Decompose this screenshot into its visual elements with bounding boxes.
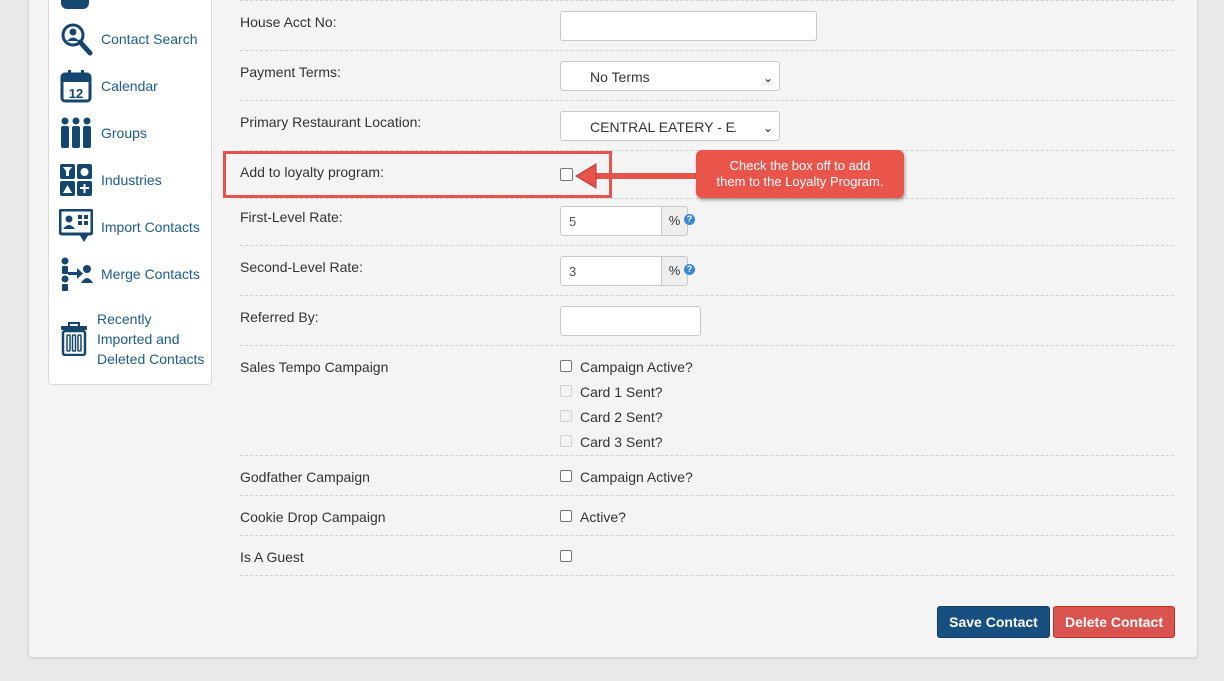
row-divider <box>240 575 1174 576</box>
sidebar-item-recently-deleted[interactable]: Recently Imported and Deleted Contacts <box>59 309 204 369</box>
sidebar-item-label: Calendar <box>101 78 158 94</box>
merge-contacts-icon <box>59 256 93 292</box>
cookie-drop-active-label: Active? <box>580 509 626 525</box>
row-divider <box>240 198 1174 199</box>
sidebar-item-groups[interactable]: Groups <box>59 115 147 151</box>
sidebar: Contact Search 12 Calendar Groups Indust… <box>48 0 212 385</box>
sidebar-item-label: Recently Imported and Deleted Contacts <box>97 311 205 367</box>
trash-icon <box>59 321 89 357</box>
card-2-sent-label: Card 2 Sent? <box>580 409 663 425</box>
second-level-rate-input[interactable] <box>560 256 662 286</box>
card-1-sent-label: Card 1 Sent? <box>580 384 663 400</box>
help-icon[interactable]: ? <box>684 264 695 275</box>
chevron-down-icon: ⌄ <box>762 71 773 85</box>
contacts-icon <box>61 0 89 9</box>
calendar-icon: 12 <box>59 68 93 104</box>
row-divider <box>240 100 1174 101</box>
cookie-drop-label: Cookie Drop Campaign <box>240 509 386 525</box>
payment-terms-select[interactable]: No Terms ⌄ <box>560 61 780 91</box>
loyalty-callout: Check the box off to add them to the Loy… <box>696 150 904 198</box>
sidebar-item-label: Contact Search <box>101 31 198 47</box>
row-divider <box>240 245 1174 246</box>
row-divider <box>240 495 1174 496</box>
godfather-active-checkbox[interactable] <box>560 470 572 482</box>
sidebar-item-label: Import Contacts <box>101 219 200 235</box>
sidebar-item-contact-search[interactable]: Contact Search <box>59 21 198 57</box>
payment-terms-label: Payment Terms: <box>240 64 341 80</box>
groups-icon <box>59 115 93 151</box>
sidebar-item-merge-contacts[interactable]: Merge Contacts <box>59 256 200 292</box>
save-contact-button[interactable]: Save Contact <box>937 606 1050 638</box>
sidebar-item-label: Merge Contacts <box>101 266 200 282</box>
house-acct-label: House Acct No: <box>240 14 337 30</box>
loyalty-highlight-box <box>223 151 612 198</box>
row-divider <box>240 345 1174 346</box>
second-level-rate-label: Second-Level Rate: <box>240 259 363 275</box>
primary-location-select[interactable]: CENTRAL EATERY - EA ⌄ <box>560 111 780 141</box>
primary-location-label: Primary Restaurant Location: <box>240 114 422 130</box>
chevron-down-icon: ⌄ <box>762 121 773 135</box>
row-divider <box>240 455 1174 456</box>
first-level-rate-input[interactable] <box>560 206 662 236</box>
sidebar-item-calendar[interactable]: 12 Calendar <box>59 68 158 104</box>
campaign-active-checkbox[interactable] <box>560 360 572 372</box>
callout-arrow <box>575 163 698 189</box>
cookie-drop-active-checkbox[interactable] <box>560 510 572 522</box>
first-level-rate-label: First-Level Rate: <box>240 209 343 225</box>
card-3-sent-label: Card 3 Sent? <box>580 434 663 450</box>
row-divider <box>240 0 1174 1</box>
row-divider <box>240 535 1174 536</box>
sidebar-item-label: Groups <box>101 125 147 141</box>
sidebar-item-label: Industries <box>101 172 162 188</box>
svg-text:12: 12 <box>69 86 83 101</box>
industries-icon <box>59 162 93 198</box>
help-icon[interactable]: ? <box>684 214 695 225</box>
row-divider <box>240 295 1174 296</box>
sidebar-item-industries[interactable]: Industries <box>59 162 162 198</box>
card-3-sent-checkbox <box>560 435 572 447</box>
contact-search-icon <box>59 21 93 57</box>
card-2-sent-checkbox <box>560 410 572 422</box>
is-guest-label: Is A Guest <box>240 549 304 565</box>
sales-tempo-label: Sales Tempo Campaign <box>240 359 389 375</box>
referred-by-label: Referred By: <box>240 309 319 325</box>
delete-contact-button[interactable]: Delete Contact <box>1053 606 1175 638</box>
row-divider <box>240 50 1174 51</box>
card-1-sent-checkbox <box>560 385 572 397</box>
godfather-label: Godfather Campaign <box>240 469 370 485</box>
sidebar-item-import-contacts[interactable]: Import Contacts <box>59 209 200 245</box>
import-contacts-icon <box>59 209 93 245</box>
is-guest-checkbox[interactable] <box>560 550 572 562</box>
house-acct-input[interactable] <box>560 11 817 41</box>
referred-by-input[interactable] <box>560 306 701 336</box>
godfather-active-label: Campaign Active? <box>580 469 693 485</box>
campaign-active-label: Campaign Active? <box>580 359 693 375</box>
